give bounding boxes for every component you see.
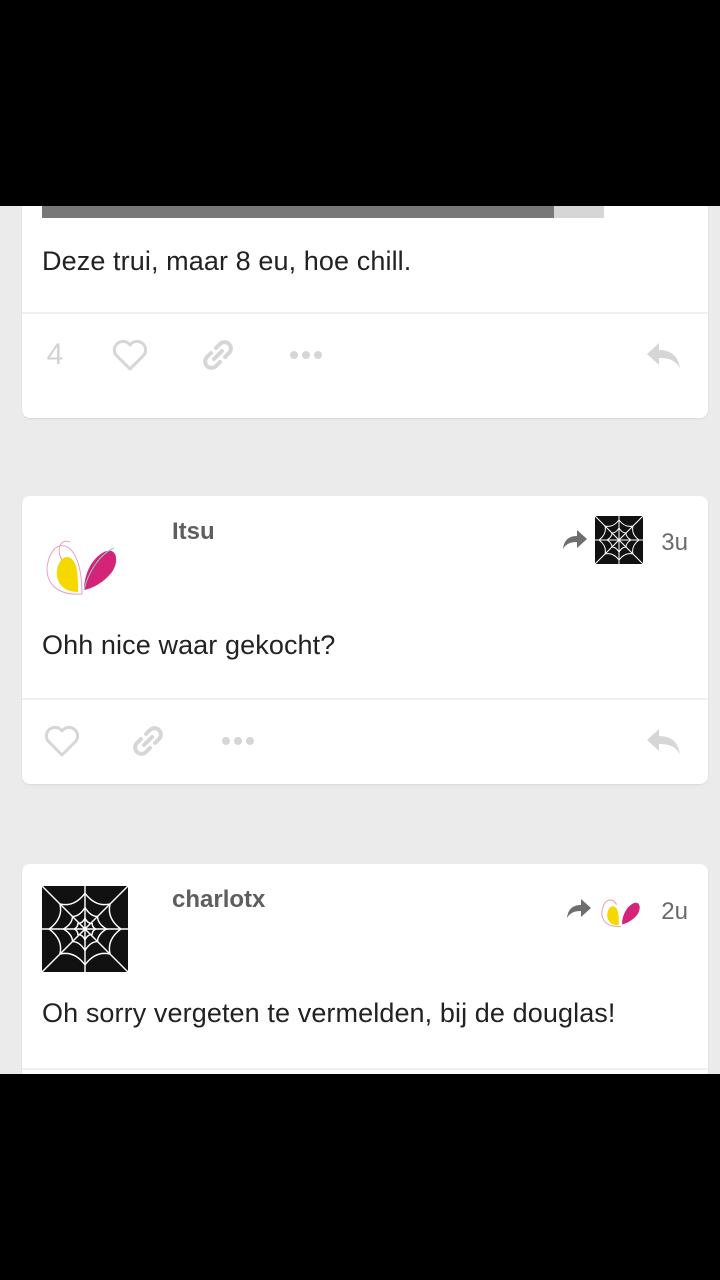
post-card: Deze trui, maar 8 eu, hoe chill. 4 <box>22 206 708 418</box>
reply-icon[interactable] <box>642 314 686 396</box>
more-icon[interactable] <box>218 700 258 782</box>
comment-meta: 2u <box>565 886 688 937</box>
comment-text: Oh sorry vergeten te vermelden, bij de d… <box>42 998 616 1028</box>
top-black-bar <box>0 0 720 206</box>
like-count[interactable]: 4 <box>40 314 70 396</box>
spiderweb-avatar-icon[interactable] <box>594 515 644 569</box>
reblog-arrow-icon <box>565 897 593 926</box>
divider <box>22 1068 708 1070</box>
spiderweb-avatar-icon[interactable] <box>41 885 129 977</box>
comment-time: 2u <box>661 897 688 925</box>
comment-card: Itsu 3u Ohh nice waar gekocht? <box>22 496 708 784</box>
link-icon[interactable] <box>198 314 238 396</box>
link-icon[interactable] <box>128 700 168 782</box>
butterfly-logo-icon[interactable] <box>599 886 643 937</box>
more-icon[interactable] <box>286 314 326 396</box>
heart-icon[interactable] <box>42 700 82 782</box>
like-count-label: 4 <box>46 338 64 371</box>
action-bar <box>22 700 708 782</box>
reblog-arrow-icon <box>561 528 589 557</box>
bottom-black-bar <box>0 1074 720 1280</box>
heart-icon[interactable] <box>110 314 150 396</box>
comments-feed[interactable]: Deze trui, maar 8 eu, hoe chill. 4 Itsu … <box>0 206 720 1074</box>
username[interactable]: Itsu <box>172 518 215 546</box>
butterfly-logo-icon[interactable] <box>42 520 122 609</box>
post-image[interactable] <box>42 206 554 218</box>
comment-meta: 3u <box>561 515 688 569</box>
username[interactable]: charlotx <box>172 886 265 914</box>
comment-card: charlotx 2u Oh sorry vergeten te vermeld… <box>22 864 708 1074</box>
post-text: Deze trui, maar 8 eu, hoe chill. <box>42 246 412 276</box>
comment-text: Ohh nice waar gekocht? <box>42 630 336 660</box>
post-image-edge <box>554 206 604 218</box>
reply-icon[interactable] <box>642 700 686 782</box>
action-bar: 4 <box>22 314 708 396</box>
comment-time: 3u <box>661 528 688 556</box>
